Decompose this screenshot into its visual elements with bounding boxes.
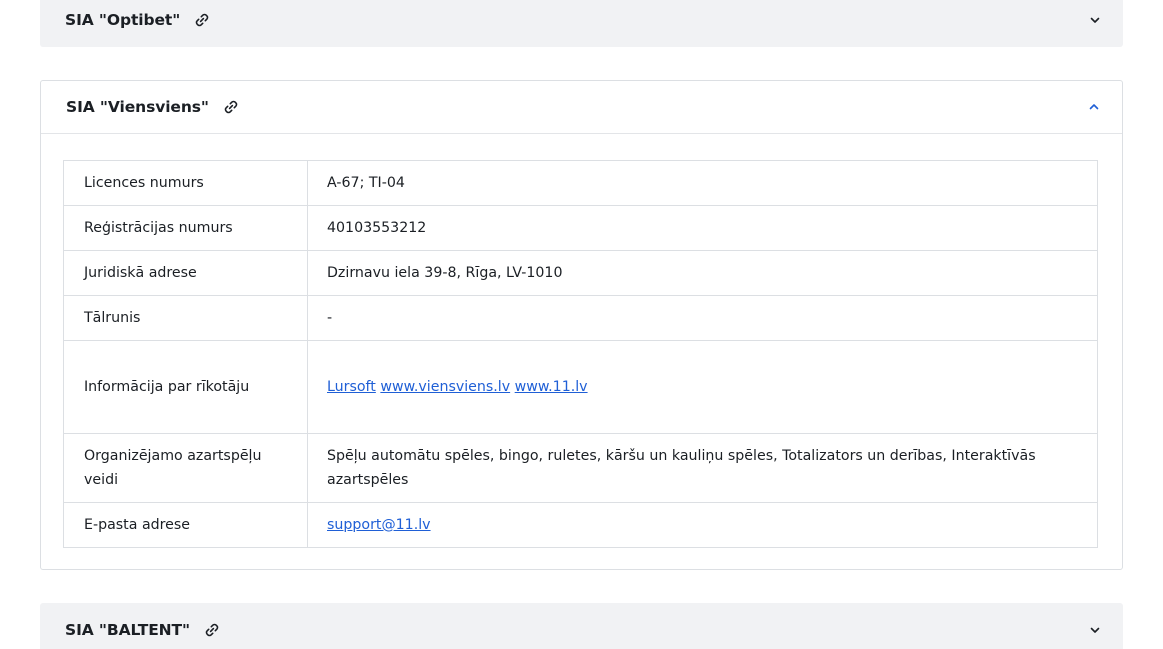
accordion-baltent: SIA "BALTENT" <box>40 603 1123 649</box>
website-link[interactable]: www.11.lv <box>515 375 588 399</box>
website-link[interactable]: www.viensviens.lv <box>380 375 510 399</box>
section-title: SIA "Optibet" <box>65 11 181 29</box>
row-label: Tālrunis <box>63 295 308 341</box>
table-row: E-pasta adrese support@11.lv <box>63 502 1098 548</box>
table-row: Organizējamo azartspēļu veidi Spēļu auto… <box>63 433 1098 503</box>
link-icon[interactable] <box>194 12 210 28</box>
row-label: Licences numurs <box>63 160 308 206</box>
page: SIA "Optibet" SIA "Viensviens" Licences … <box>0 0 1163 649</box>
table-row: Licences numurs A-67; TI-04 <box>63 160 1098 206</box>
table-row: Juridiskā adrese Dzirnavu iela 39-8, Rīg… <box>63 250 1098 296</box>
section-title: SIA "Viensviens" <box>66 98 209 116</box>
row-value-links: Lursoft www.viensviens.lv www.11.lv <box>307 340 1098 434</box>
row-label: Juridiskā adrese <box>63 250 308 296</box>
accordion-header-viensviens[interactable]: SIA "Viensviens" <box>41 81 1122 134</box>
chevron-up-icon[interactable] <box>1088 101 1100 113</box>
row-value: 40103553212 <box>307 205 1098 251</box>
row-value: - <box>307 295 1098 341</box>
table-row: Tālrunis - <box>63 295 1098 341</box>
row-label: Organizējamo azartspēļu veidi <box>63 433 308 503</box>
email-link[interactable]: support@11.lv <box>327 513 431 537</box>
row-value: Spēļu automātu spēles, bingo, ruletes, k… <box>307 433 1098 503</box>
section-title: SIA "BALTENT" <box>65 621 191 639</box>
row-label: E-pasta adrese <box>63 502 308 548</box>
row-label: Reģistrācijas numurs <box>63 205 308 251</box>
link-icon[interactable] <box>223 99 239 115</box>
row-value: Dzirnavu iela 39-8, Rīga, LV-1010 <box>307 250 1098 296</box>
accordion-header-baltent[interactable]: SIA "BALTENT" <box>40 603 1123 649</box>
table-row: Informācija par rīkotāju Lursoft www.vie… <box>63 340 1098 434</box>
lursoft-link[interactable]: Lursoft <box>327 375 376 399</box>
table-row: Reģistrācijas numurs 40103553212 <box>63 205 1098 251</box>
accordion-optibet: SIA "Optibet" <box>40 0 1123 47</box>
row-value: A-67; TI-04 <box>307 160 1098 206</box>
row-value-email: support@11.lv <box>307 502 1098 548</box>
details-table: Licences numurs A-67; TI-04 Reģistrācija… <box>63 160 1098 548</box>
link-icon[interactable] <box>204 622 220 638</box>
accordion-viensviens: SIA "Viensviens" Licences numurs A-67; T… <box>40 80 1123 570</box>
chevron-down-icon[interactable] <box>1089 14 1101 26</box>
accordion-header-optibet[interactable]: SIA "Optibet" <box>40 0 1123 47</box>
row-label: Informācija par rīkotāju <box>63 340 308 434</box>
chevron-down-icon[interactable] <box>1089 624 1101 636</box>
